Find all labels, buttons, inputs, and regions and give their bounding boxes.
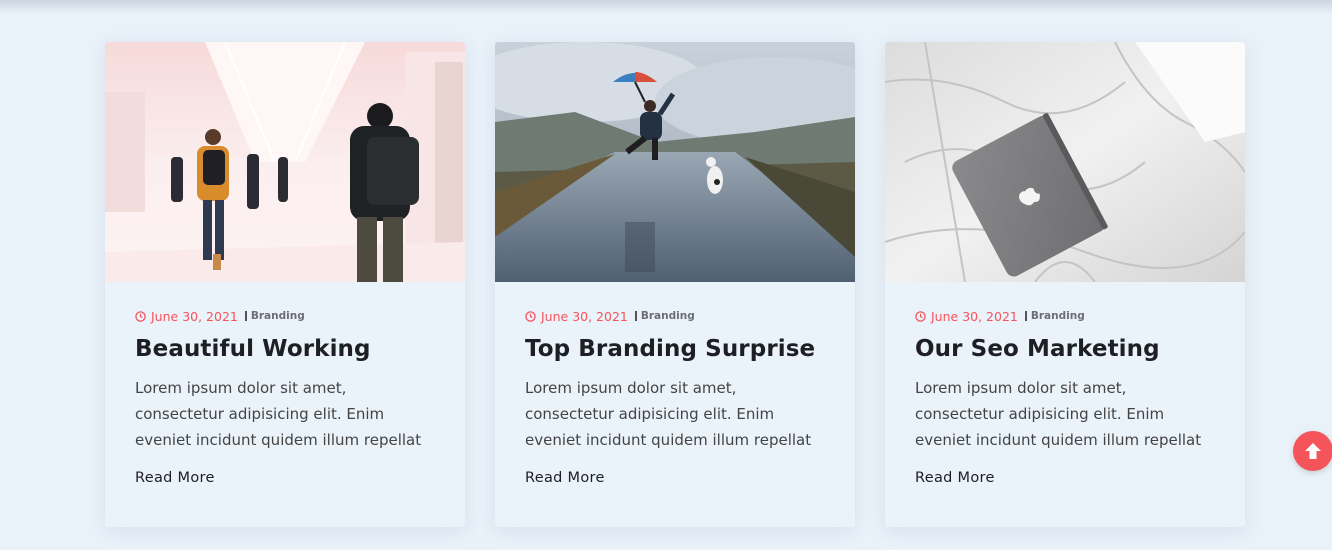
post-title[interactable]: Our Seo Marketing	[915, 336, 1215, 362]
scroll-to-top-button[interactable]	[1293, 431, 1332, 471]
read-more-link[interactable]: Read More	[525, 470, 605, 486]
post-title[interactable]: Beautiful Working	[135, 336, 435, 362]
clock-icon	[135, 310, 146, 322]
post-title[interactable]: Top Branding Surprise	[525, 336, 825, 362]
post-meta: June 30, 2021 Branding	[135, 308, 435, 324]
post-excerpt: Lorem ipsum dolor sit amet, consectetur …	[915, 379, 1202, 449]
blog-card: June 30, 2021 Branding Our Seo Marketing…	[885, 42, 1245, 527]
blog-card: June 30, 2021 Branding Top Branding Surp…	[495, 42, 855, 527]
clock-icon	[525, 310, 536, 322]
post-excerpt: Lorem ipsum dolor sit amet, consectetur …	[525, 379, 812, 449]
post-thumbnail[interactable]	[105, 42, 465, 282]
post-date: June 30, 2021	[931, 308, 1018, 324]
meta-divider	[244, 311, 247, 321]
post-category[interactable]: Branding	[1031, 310, 1085, 322]
post-category[interactable]: Branding	[641, 310, 695, 322]
post-date: June 30, 2021	[151, 308, 238, 324]
post-thumbnail[interactable]	[885, 42, 1245, 282]
clock-icon	[915, 310, 926, 322]
blog-card-list: June 30, 2021 Branding Beautiful Working…	[105, 42, 1245, 527]
post-thumbnail[interactable]	[495, 42, 855, 282]
post-category[interactable]: Branding	[251, 310, 305, 322]
post-meta: June 30, 2021 Branding	[915, 308, 1215, 324]
read-more-link[interactable]: Read More	[915, 470, 995, 486]
meta-divider	[634, 311, 637, 321]
arrow-up-icon	[1305, 443, 1321, 459]
header-shadow	[0, 0, 1332, 14]
blog-card: June 30, 2021 Branding Beautiful Working…	[105, 42, 465, 527]
read-more-link[interactable]: Read More	[135, 470, 215, 486]
meta-divider	[1024, 311, 1027, 321]
post-excerpt: Lorem ipsum dolor sit amet, consectetur …	[135, 379, 422, 449]
post-meta: June 30, 2021 Branding	[525, 308, 825, 324]
post-date: June 30, 2021	[541, 308, 628, 324]
